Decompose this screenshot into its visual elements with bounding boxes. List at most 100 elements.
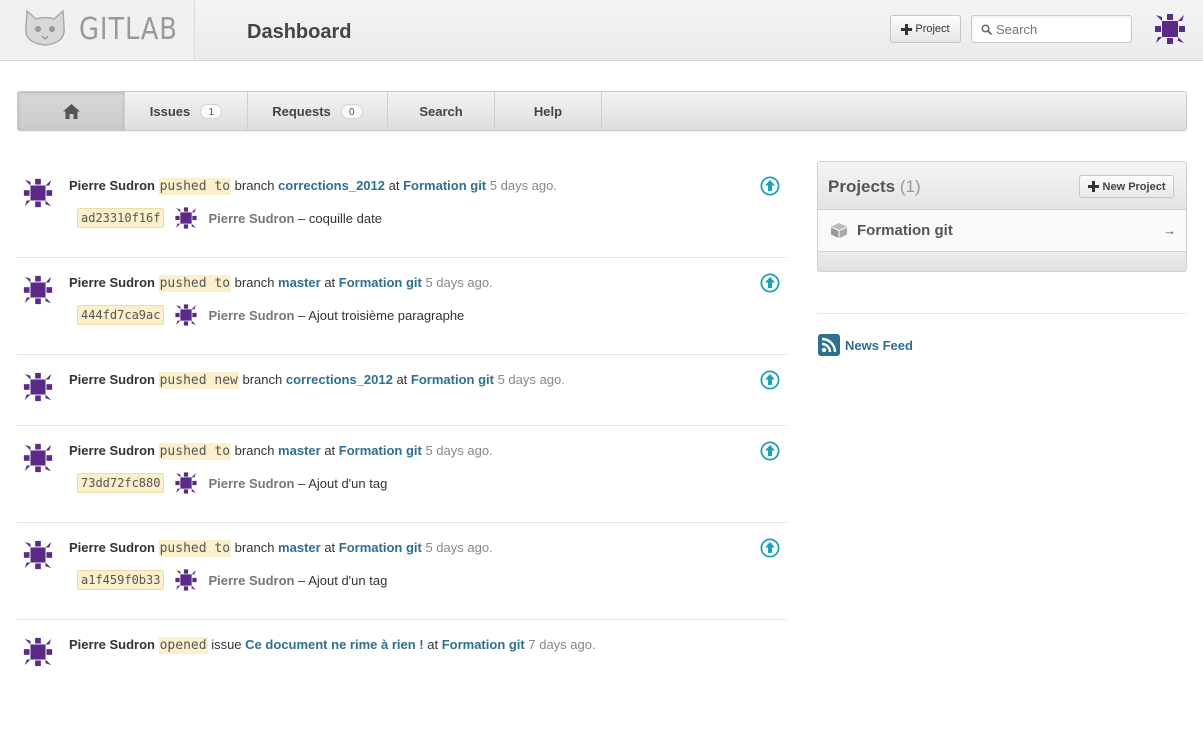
event-kind: branch [234,178,275,193]
event-summary: Pierre Sudron pushed new branch correcti… [69,372,565,389]
commit-sha-link[interactable]: a1f459f0b33 [77,570,165,590]
event-author[interactable]: Pierre Sudron [69,443,155,458]
projects-header: Projects (1) New Project [818,162,1186,210]
commit-message: – Ajout d'un tag [298,572,388,588]
rss-icon [818,334,840,356]
commit-author[interactable]: Pierre Sudron [208,308,294,323]
nav-issues-label: Issues [149,103,191,119]
nav-requests-label: Requests [272,103,331,119]
top-header: GITLAB Dashboard Project [0,0,1203,61]
event-kind: branch [234,443,275,458]
feed-event: Pierre Sudron pushed to branch master at… [17,523,787,620]
push-up-icon [760,538,780,558]
event-author-avatar[interactable] [22,177,54,209]
news-feed-link[interactable]: News Feed [818,334,913,356]
nav-requests[interactable]: Requests 0 [248,92,388,130]
event-project-link[interactable]: Formation git [339,275,422,290]
event-time: 5 days ago. [425,540,493,555]
project-arrow-icon: → [1163,223,1176,238]
event-project-link[interactable]: Formation git [411,372,494,387]
commit-author-avatar [175,207,198,229]
event-kind: branch [242,372,283,387]
event-author-avatar[interactable] [22,371,54,403]
event-kind: issue [211,637,242,652]
event-action: pushed to [158,275,232,292]
feed-event: Pierre Sudron opened issue Ce document n… [17,620,787,690]
nav-search[interactable]: Search [388,92,495,130]
event-summary: Pierre Sudron opened issue Ce document n… [69,637,596,654]
plus-icon [1087,181,1099,192]
event-time: 5 days ago. [489,178,557,193]
project-row[interactable]: Formation git → [818,210,1186,252]
projects-title-text: Projects [828,177,896,196]
gitlab-logo[interactable]: GITLAB [0,0,195,60]
search-input[interactable] [996,19,1126,39]
projects-panel: Projects (1) New Project Formation git → [817,161,1187,272]
commit-row: ad23310f16f Pierre Sudron – coquille dat… [77,207,382,229]
push-up-icon [760,370,780,390]
push-up-icon [760,441,780,461]
event-author[interactable]: Pierre Sudron [69,540,155,555]
event-author[interactable]: Pierre Sudron [69,178,155,193]
event-at: at [388,178,400,193]
event-author[interactable]: Pierre Sudron [69,637,155,652]
commit-row: 444fd7ca9ac Pierre Sudron – Ajout troisi… [77,304,464,326]
nav-issues[interactable]: Issues 1 [125,92,248,130]
sidebar-divider [817,313,1187,314]
event-author[interactable]: Pierre Sudron [69,372,155,387]
feed-event: Pierre Sudron pushed new branch correcti… [17,355,787,426]
event-project-link[interactable]: Formation git [339,540,422,555]
event-author[interactable]: Pierre Sudron [69,275,155,290]
event-summary: Pierre Sudron pushed to branch correctio… [69,178,557,195]
news-feed-label: News Feed [845,337,913,353]
commit-author[interactable]: Pierre Sudron [208,211,294,226]
event-summary: Pierre Sudron pushed to branch master at… [69,540,493,557]
event-project-link[interactable]: Formation git [442,637,525,652]
commit-sha-link[interactable]: 73dd72fc880 [77,473,165,493]
commit-sha-link[interactable]: 444fd7ca9ac [77,305,165,325]
nav-home[interactable] [18,92,125,130]
event-target-link[interactable]: Ce document ne rime à rien ! [245,637,423,652]
page-title: Dashboard [247,21,352,43]
nav-help-label: Help [533,103,563,119]
nav-help[interactable]: Help [495,92,602,130]
commit-message: – coquille date [298,210,382,226]
event-target-link[interactable]: master [278,443,321,458]
commit-author[interactable]: Pierre Sudron [208,573,294,588]
user-avatar[interactable] [1153,12,1187,46]
new-project-sidebar-button[interactable]: New Project [1079,175,1174,198]
event-target-link[interactable]: corrections_2012 [286,372,393,387]
event-target-link[interactable]: corrections_2012 [278,178,385,193]
plus-icon [901,23,913,35]
event-project-link[interactable]: Formation git [403,178,486,193]
event-target-link[interactable]: master [278,540,321,555]
event-summary: Pierre Sudron pushed to branch master at… [69,275,493,292]
projects-count: (1) [899,177,921,196]
event-action: opened [158,637,208,654]
new-project-sidebar-label: New Project [1102,180,1166,193]
event-project-link[interactable]: Formation git [339,443,422,458]
commit-author[interactable]: Pierre Sudron [208,476,294,491]
event-at: at [324,540,336,555]
commit-author-avatar [175,569,198,591]
event-target-link[interactable]: master [278,275,321,290]
new-project-button[interactable]: Project [890,15,961,43]
commit-sha-link[interactable]: ad23310f16f [77,208,165,228]
search-field[interactable] [971,15,1132,43]
event-author-avatar[interactable] [22,442,54,474]
requests-count-badge: 0 [340,103,363,119]
search-icon [981,24,992,35]
event-author-avatar[interactable] [22,539,54,571]
project-name: Formation git [857,222,953,239]
gitlab-cat-icon [25,9,65,46]
commit-row: a1f459f0b33 Pierre Sudron – Ajout d'un t… [77,569,387,591]
event-author-avatar[interactable] [22,636,54,668]
event-author-avatar[interactable] [22,274,54,306]
event-summary: Pierre Sudron pushed to branch master at… [69,443,493,460]
push-up-icon [760,273,780,293]
event-action: pushed new [158,372,239,389]
event-kind: branch [234,540,275,555]
home-icon [62,103,80,119]
event-at: at [427,637,439,652]
push-up-icon [760,176,780,196]
